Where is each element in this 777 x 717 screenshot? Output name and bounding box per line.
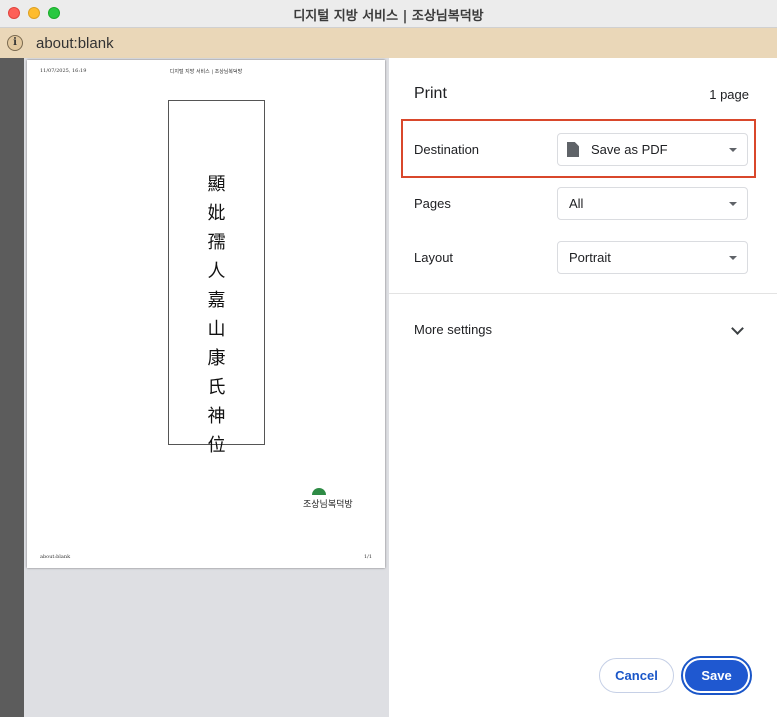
logo-text: 조상님복덕방 [303,500,353,510]
dropdown-caret-icon [729,256,737,260]
layout-select[interactable]: Portrait [557,241,748,274]
preview-footer-url: about:blank [40,554,71,560]
logo-dome-icon [312,488,326,495]
pages-select[interactable]: All [557,187,748,220]
window-title: 디지털 지방 서비스 | 조상님복덕방 [293,9,484,24]
brand-logo: 조상님복덕방 [303,488,355,514]
print-title: Print [414,85,447,102]
window-titlebar: 디지털 지방 서비스 | 조상님복덕방 [0,0,777,28]
save-button[interactable]: Save [681,656,752,695]
more-settings-toggle[interactable]: More settings [414,322,492,337]
pages-label: Pages [414,196,451,211]
info-icon[interactable]: i [7,35,23,51]
tablet-char: 顯 [207,174,226,195]
pages-value: All [569,196,584,211]
tablet-char: 山 [207,319,226,340]
url-text[interactable]: about:blank [36,35,114,52]
tablet-char: 孺 [207,232,226,253]
tablet-char: 康 [207,348,226,369]
divider [389,293,777,294]
tablet-char: 人 [207,261,226,282]
page-count: 1 page [709,87,749,102]
tablet-char: 氏 [207,377,226,398]
tablet-char: 神 [207,406,226,427]
preview-page: 11/07/2025, 16:19 디지털 지방 서비스 | 조상님복덕방 顯 … [27,60,385,568]
layout-value: Portrait [569,250,611,265]
chevron-down-icon[interactable] [731,322,744,335]
destination-label: Destination [414,142,480,157]
print-settings-panel: Print 1 page Destination Save as PDF Pag… [389,58,777,717]
preview-header-title: 디지털 지방 서비스 | 조상님복덕방 [169,69,243,75]
address-bar: i about:blank [0,28,777,58]
cancel-button[interactable]: Cancel [599,658,674,693]
memorial-tablet: 顯 妣 孺 人 嘉 山 康 氏 神 位 [168,100,265,456]
dropdown-caret-icon [729,202,737,206]
destination-value: Save as PDF [591,142,668,157]
tablet-char: 嘉 [207,290,226,311]
tablet-char: 位 [207,435,226,456]
save-button-label: Save [685,660,748,691]
file-icon [567,142,579,157]
preview-footer-page: 1/1 [363,554,372,560]
page-background [0,58,24,717]
layout-label: Layout [414,250,454,265]
destination-select[interactable]: Save as PDF [557,133,748,166]
dropdown-caret-icon [729,148,737,152]
tablet-char: 妣 [207,203,226,224]
